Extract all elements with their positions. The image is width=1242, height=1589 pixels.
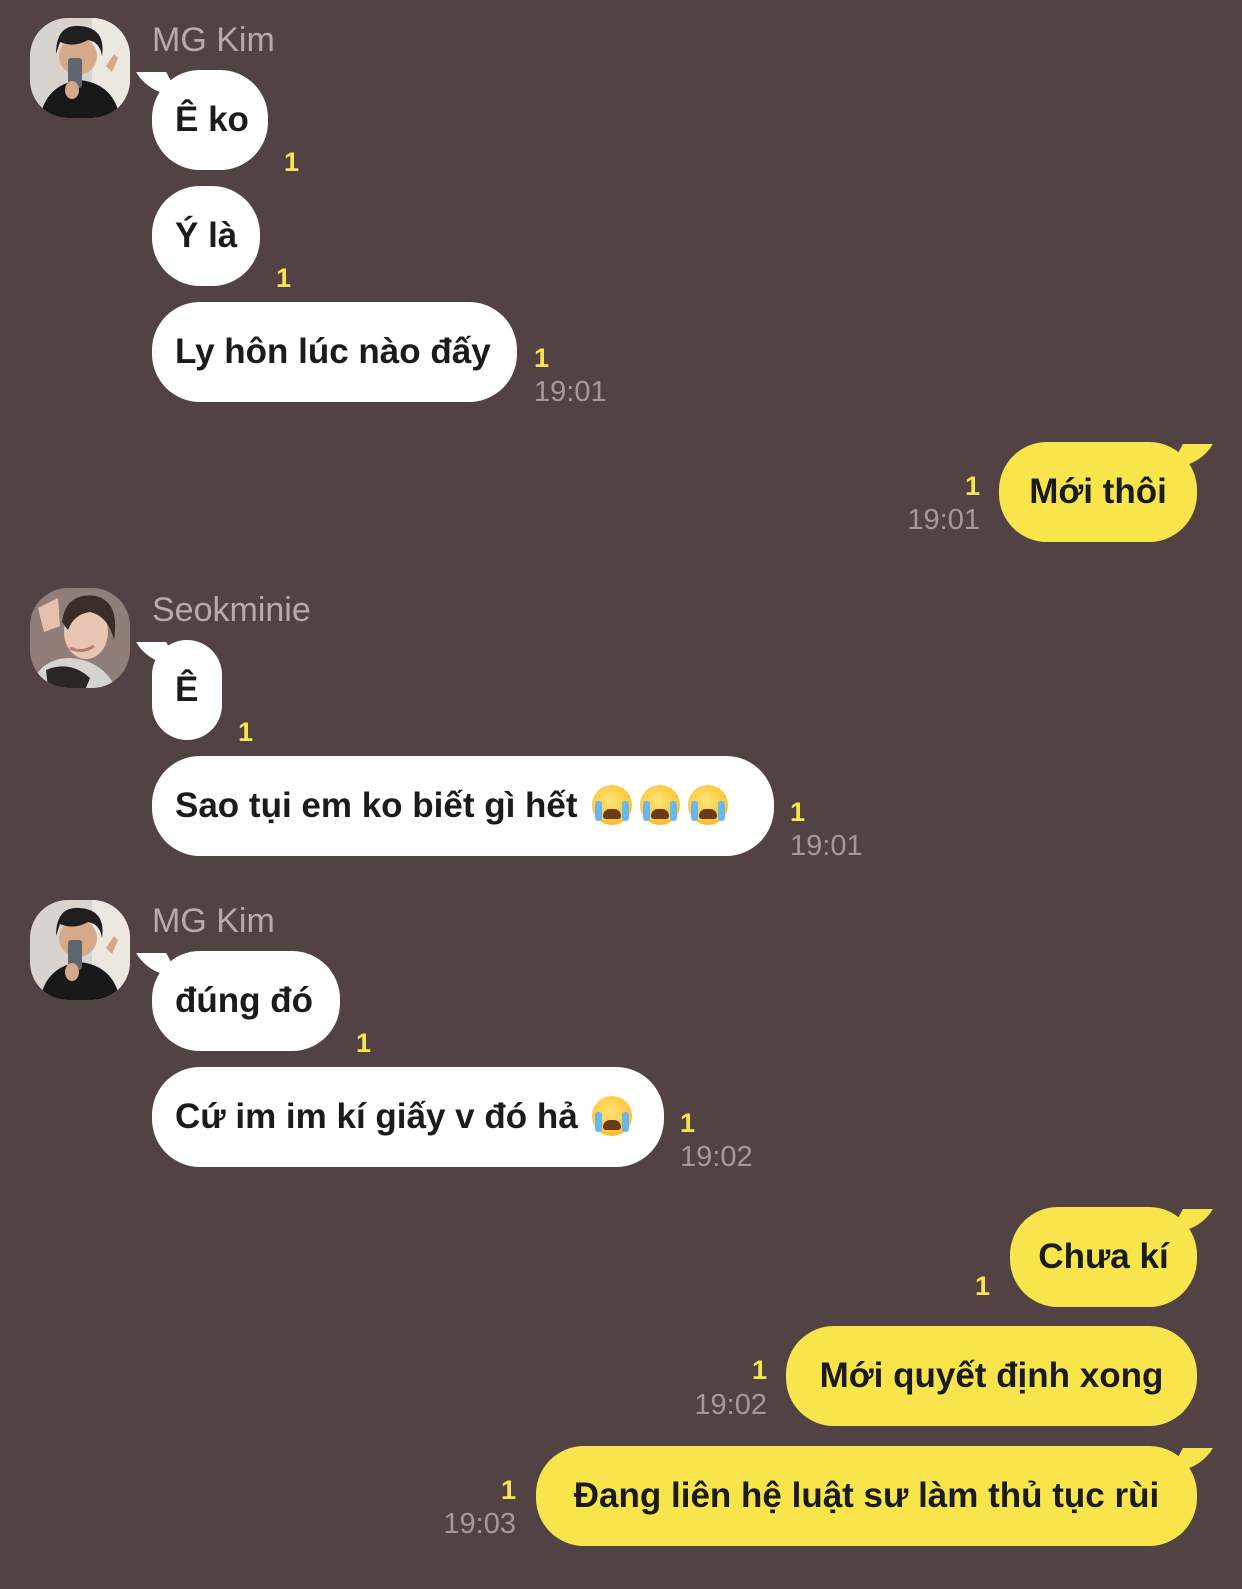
unread-count: 1 [356, 1028, 372, 1058]
loudly-crying-face-icon [591, 784, 632, 825]
avatar-mg-kim[interactable] [30, 900, 130, 1000]
message-timestamp: 19:02 [694, 1389, 767, 1421]
message-text: Sao tụi em ko biết gì hết [175, 786, 578, 825]
unread-count: 1 [790, 797, 806, 827]
loudly-crying-face-icon [687, 784, 728, 825]
avatar-photo-icon [30, 588, 130, 688]
unread-count: 1 [238, 717, 254, 747]
loudly-crying-face-icon [591, 1095, 632, 1136]
message-text: Cứ im im kí giấy v đó hả [175, 1097, 578, 1136]
message-bubble-incoming[interactable]: Ê [152, 640, 222, 740]
message-text: Đang liên hệ luật sư làm thủ tục rùi [573, 1476, 1160, 1515]
message-text: Chưa kí [1038, 1237, 1169, 1276]
message-bubble-incoming[interactable]: Cứ im im kí giấy v đó hả [152, 1067, 664, 1167]
sender-name: MG Kim [152, 902, 275, 940]
message-text: Ý là [175, 216, 238, 255]
unread-count: 1 [534, 343, 550, 373]
message-bubble-incoming[interactable]: Sao tụi em ko biết gì hết [152, 756, 774, 856]
message-bubble-incoming[interactable]: Ý là [152, 186, 260, 286]
loudly-crying-face-icon [639, 784, 680, 825]
message-timestamp: 19:02 [680, 1141, 753, 1173]
message-bubble-outgoing[interactable]: Mới quyết định xong [786, 1326, 1197, 1426]
avatar-seokminie[interactable] [30, 588, 130, 688]
sender-name: Seokminie [152, 591, 311, 629]
message-bubble-outgoing[interactable]: Đang liên hệ luật sư làm thủ tục rùi [536, 1446, 1197, 1546]
message-bubble-incoming[interactable]: Ly hôn lúc nào đấy [152, 302, 517, 402]
avatar-mg-kim[interactable] [30, 18, 130, 118]
message-bubble-outgoing[interactable]: Chưa kí [1010, 1207, 1197, 1307]
message-bubble-incoming[interactable]: Ê ko [152, 70, 268, 170]
unread-count: 1 [680, 1108, 696, 1138]
message-bubble-incoming[interactable]: đúng đó [152, 951, 340, 1051]
message-timestamp: 19:01 [907, 504, 980, 536]
avatar-photo-icon [30, 18, 130, 118]
unread-count: 1 [964, 471, 980, 501]
message-timestamp: 19:01 [790, 830, 863, 862]
message-bubble-outgoing[interactable]: Mới thôi [999, 442, 1197, 542]
message-timestamp: 19:03 [443, 1508, 516, 1540]
unread-count: 1 [284, 147, 300, 177]
avatar-photo-icon [30, 900, 130, 1000]
sender-name: MG Kim [152, 21, 275, 59]
message-timestamp: 19:01 [534, 376, 607, 408]
unread-count: 1 [974, 1271, 990, 1301]
message-text: Ê [175, 670, 199, 709]
message-text: đúng đó [175, 981, 314, 1020]
message-text: Mới quyết định xong [819, 1356, 1164, 1395]
unread-count: 1 [276, 263, 292, 293]
unread-count: 1 [751, 1355, 767, 1385]
message-text: Ê ko [175, 100, 249, 139]
message-text: Mới thôi [1029, 472, 1167, 511]
message-text: Ly hôn lúc nào đấy [175, 332, 491, 371]
unread-count: 1 [500, 1475, 516, 1505]
